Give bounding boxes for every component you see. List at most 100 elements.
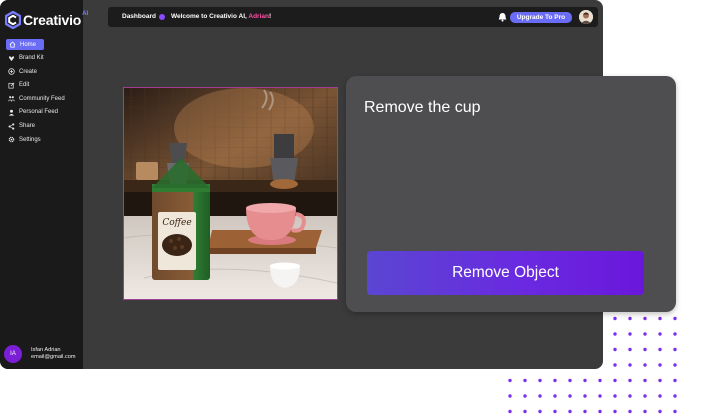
- brand-name: Creativio: [23, 12, 82, 28]
- community-icon: [8, 96, 15, 103]
- sidebar: Creativio AI Home Brand Kit Create Edit: [0, 0, 88, 369]
- decorative-dot: [568, 394, 572, 398]
- decorative-dot: [643, 409, 647, 414]
- decorative-dot: [628, 316, 632, 321]
- sidebar-item-label: Personal Feed: [19, 109, 59, 116]
- decorative-dot: [538, 378, 542, 383]
- coffee-scene-image: Coffee: [124, 88, 337, 299]
- sidebar-item-share[interactable]: Share: [6, 121, 80, 132]
- home-icon: [9, 41, 16, 48]
- decorative-dot: [523, 394, 527, 398]
- decorative-dot: [613, 332, 617, 336]
- sidebar-item-label: Settings: [19, 136, 41, 143]
- user-name: Isfan Adrian: [31, 347, 61, 353]
- decorative-dot: [508, 394, 512, 398]
- decorative-dot: [658, 316, 662, 321]
- creativio-logo-icon: [5, 11, 21, 29]
- decorative-dot: [673, 332, 677, 336]
- decorative-dot: [568, 378, 572, 383]
- edited-image[interactable]: Coffee: [123, 87, 338, 300]
- decorative-dot: [613, 409, 617, 414]
- edit-prompt-text[interactable]: Remove the cup: [364, 99, 481, 117]
- decorative-dot: [643, 316, 647, 321]
- sidebar-item-settings[interactable]: Settings: [6, 134, 80, 145]
- sidebar-item-label: Edit: [19, 82, 30, 89]
- decorative-dot: [598, 394, 602, 398]
- decorative-dot: [643, 363, 647, 367]
- product-label-text: Coffee: [162, 218, 191, 228]
- gear-icon: [8, 136, 15, 143]
- user-email: email@gmail.com: [31, 354, 76, 360]
- breadcrumb-status-dot: [158, 13, 165, 20]
- sidebar-item-community-feed[interactable]: Community Feed: [6, 93, 80, 104]
- top-bar: Dashboard Welcome to Creativio AI, Adria…: [108, 7, 598, 27]
- welcome-suffix: !: [268, 13, 272, 20]
- sidebar-item-brand-kit[interactable]: Brand Kit: [6, 53, 80, 64]
- decorative-dot: [613, 394, 617, 398]
- decorative-dot: [583, 378, 587, 383]
- sidebar-item-create[interactable]: Create: [6, 66, 80, 77]
- edit-prompt-panel: Remove the cup Remove Object: [346, 76, 676, 312]
- remove-object-button[interactable]: Remove Object: [367, 251, 644, 295]
- decorative-dot: [658, 347, 662, 352]
- sidebar-item-label: Home: [20, 41, 37, 48]
- sidebar-item-personal-feed[interactable]: Personal Feed: [6, 107, 80, 118]
- decorative-dot: [628, 409, 632, 414]
- decorative-dot: [553, 378, 557, 383]
- sidebar-item-home[interactable]: Home: [6, 39, 44, 50]
- decorative-dot: [628, 332, 632, 336]
- decorative-dot: [538, 409, 542, 414]
- user-icon: [8, 109, 15, 116]
- decorative-dot: [583, 394, 587, 398]
- breadcrumb: Dashboard Welcome to Creativio AI, Adria…: [122, 13, 271, 20]
- decorative-dot: [658, 409, 662, 414]
- sidebar-item-label: Brand Kit: [19, 55, 44, 62]
- decorative-dot: [613, 363, 617, 367]
- decorative-dot: [673, 409, 677, 414]
- decorative-dot: [523, 409, 527, 414]
- avatar: IA: [4, 345, 22, 363]
- app-logo[interactable]: Creativio AI: [5, 11, 88, 29]
- decorative-dot: [658, 332, 662, 336]
- decorative-dot: [628, 363, 632, 367]
- decorative-dot: [643, 378, 647, 383]
- user-photo-icon: [579, 10, 593, 24]
- decorative-dot: [643, 394, 647, 398]
- decorative-dot: [658, 394, 662, 398]
- decorative-dot: [568, 409, 572, 414]
- share-icon: [8, 122, 15, 130]
- decorative-dot: [673, 378, 677, 383]
- top-avatar[interactable]: [579, 10, 593, 24]
- decorative-dot: [643, 347, 647, 352]
- decorative-dot: [673, 347, 677, 352]
- user-info: Isfan Adrian email@gmail.com: [31, 347, 76, 361]
- decorative-dot: [628, 347, 632, 352]
- user-profile[interactable]: IA Isfan Adrian email@gmail.com: [4, 345, 76, 363]
- decorative-dot: [538, 394, 542, 398]
- notification-bell-icon[interactable]: [498, 12, 507, 22]
- decorative-dot: [628, 378, 632, 383]
- decorative-dot: [553, 409, 557, 414]
- decorative-dot: [508, 378, 512, 383]
- decorative-dot: [643, 332, 647, 336]
- decorative-dot: [628, 394, 632, 398]
- decorative-dot: [613, 316, 617, 321]
- breadcrumb-dashboard[interactable]: Dashboard: [122, 13, 156, 20]
- decorative-dot: [553, 394, 557, 398]
- edit-icon: [8, 82, 15, 89]
- decorative-dot: [658, 378, 662, 383]
- sidebar-item-label: Share: [19, 123, 36, 130]
- decorative-dot: [613, 378, 617, 383]
- decorative-dot: [658, 363, 662, 367]
- decorative-dot: [598, 378, 602, 383]
- welcome-prefix: Welcome to Creativio AI,: [170, 13, 249, 20]
- decorative-dot: [673, 363, 677, 367]
- decorative-dot: [673, 316, 677, 321]
- decorative-dot: [523, 378, 527, 383]
- decorative-dot: [598, 409, 602, 414]
- brand-kit-icon: [8, 55, 15, 61]
- plus-circle-icon: [8, 68, 15, 75]
- upgrade-to-pro-button[interactable]: Upgrade To Pro: [510, 12, 572, 23]
- sidebar-item-edit[interactable]: Edit: [6, 80, 80, 91]
- welcome-message: Welcome to Creativio AI, Adrian!: [171, 13, 271, 20]
